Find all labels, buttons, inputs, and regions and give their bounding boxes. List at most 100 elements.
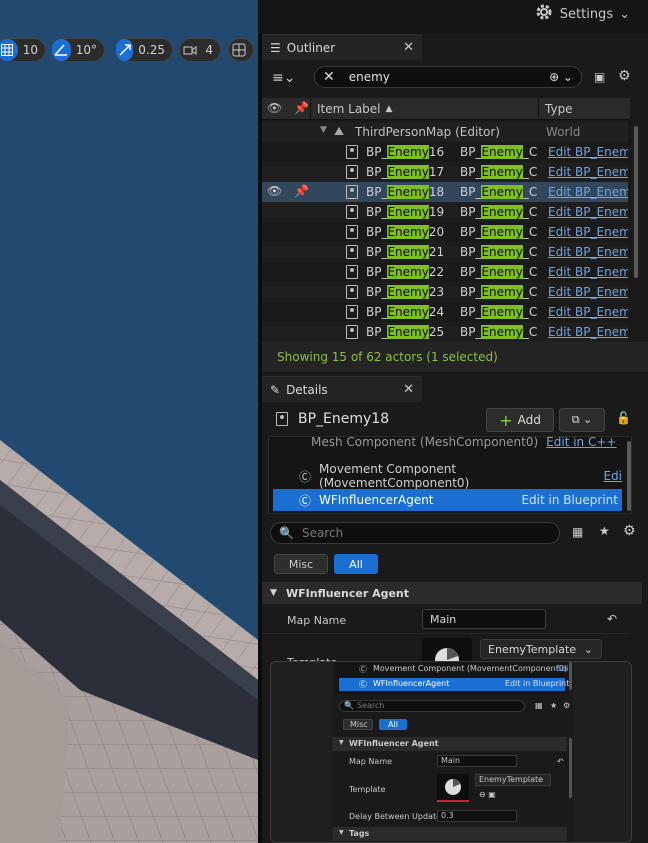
mini-component-selected-label: WFInfluencerAgent <box>373 679 450 688</box>
template-value: EnemyTemplate <box>488 642 577 656</box>
edit-blueprint-link[interactable]: Edit BP_Enemy <box>548 285 628 299</box>
mini-map-name-label: Map Name <box>349 757 393 766</box>
mini-component-selected-edit[interactable]: Edit in Blueprint <box>505 679 569 688</box>
details-settings-icon[interactable]: ⚙ <box>623 523 636 539</box>
settings-button[interactable]: Settings ⌄ <box>534 2 630 26</box>
outliner-row[interactable]: BP_Enemy17 BP_Enemy_C Edit BP_Enemy <box>262 162 628 182</box>
component-movement-edit[interactable]: Edi <box>603 469 622 483</box>
mini-gear-icon[interactable]: ⚙ <box>563 701 570 710</box>
outliner-row[interactable]: BP_Enemy25 BP_Enemy_C Edit BP_Enemy <box>262 322 628 342</box>
add-component-button[interactable]: + Add <box>486 408 554 432</box>
components-scrollbar[interactable] <box>627 441 631 511</box>
top-toolbar: Settings ⌄ <box>258 0 648 34</box>
add-filter-icon[interactable]: ⊕ ⌄ <box>549 70 573 84</box>
mini-browse-icon[interactable]: ⊖ ▣ <box>479 790 496 799</box>
mini-scrollbar[interactable] <box>569 662 572 690</box>
camera-icon <box>180 39 200 61</box>
column-type-text: Type <box>545 102 573 116</box>
edit-blueprint-link[interactable]: Edit BP_Enemy <box>548 185 628 199</box>
outliner-row-type: BP_Enemy_C <box>460 285 538 299</box>
edit-blueprint-link[interactable]: Edit BP_Enemy <box>548 245 628 259</box>
actor-icon <box>346 205 358 219</box>
camera-speed-button[interactable]: 4 <box>179 38 221 62</box>
outliner-row-type: BP_Enemy_C <box>460 145 538 159</box>
outliner-row[interactable]: BP_Enemy23 BP_Enemy_C Edit BP_Enemy <box>262 282 628 302</box>
filter-icon[interactable]: ≡⌄ <box>272 70 295 86</box>
favorite-star-icon[interactable]: ★ <box>599 524 610 538</box>
mini-component-movement-edit[interactable]: Edi <box>556 664 568 673</box>
filter-misc-button[interactable]: Misc <box>274 554 328 574</box>
outliner-status: Showing 15 of 62 actors (1 selected) <box>262 342 648 372</box>
tab-details[interactable]: ✎ Details ✕ <box>262 376 422 402</box>
outliner-row[interactable]: BP_Enemy24 BP_Enemy_C Edit BP_Enemy <box>262 302 628 322</box>
pencil-icon: ✎ <box>270 382 281 397</box>
edit-blueprint-link[interactable]: Edit BP_Enemy <box>548 325 628 339</box>
mini-collapse-arrow-icon: ▼ <box>339 829 344 836</box>
mini-template-value: EnemyTemplate <box>479 775 544 784</box>
add-folder-icon[interactable]: ▣ <box>594 70 605 84</box>
actor-icon <box>346 185 358 199</box>
reset-arrow-icon[interactable]: ↶ <box>607 612 617 626</box>
outliner-settings-icon[interactable]: ⚙ <box>618 68 631 84</box>
scale-snap-value: 0.25 <box>138 43 165 57</box>
close-icon[interactable]: ✕ <box>403 382 414 397</box>
edit-blueprint-link[interactable]: Edit BP_Enemy <box>548 305 628 319</box>
component-mesh-edit[interactable]: Edit in C++ <box>546 437 616 449</box>
outliner-row[interactable]: BP_Enemy19 BP_Enemy_C Edit BP_Enemy <box>262 202 628 222</box>
visibility-eye-icon[interactable]: 👁 <box>267 184 282 198</box>
outliner-row[interactable]: BP_Enemy20 BP_Enemy_C Edit BP_Enemy <box>262 222 628 242</box>
tab-outliner[interactable]: ☰ Outliner ✕ <box>262 34 422 60</box>
actor-name: BP_Enemy18 <box>298 411 390 427</box>
clear-search-icon[interactable]: ✕ <box>323 69 335 85</box>
column-item-label[interactable]: Item Label ▲ <box>310 98 538 120</box>
outliner-row[interactable]: BP_Enemy16 BP_Enemy_C Edit BP_Enemy <box>262 142 628 162</box>
template-dropdown[interactable]: EnemyTemplate ⌄ <box>480 639 602 659</box>
outliner-scrollbar[interactable] <box>634 126 638 278</box>
mini-table-icon[interactable]: ▦ <box>535 701 543 710</box>
level-viewport[interactable] <box>0 0 258 843</box>
edit-blueprint-link[interactable]: Edit BP_Enemy <box>548 225 628 239</box>
actor-icon <box>346 305 358 319</box>
map-name-field[interactable]: Main <box>422 609 546 629</box>
edit-blueprint-link[interactable]: Edit BP_Enemy <box>548 145 628 159</box>
pin-icon[interactable]: 📌 <box>294 184 309 198</box>
component-movement[interactable]: Ⓒ Movement Component (MovementComponent0… <box>273 462 622 490</box>
outliner-row-label: BP_Enemy16 <box>366 145 445 159</box>
tree-row-world[interactable]: ▼ ⛰ ThirdPersonMap (Editor) World <box>262 122 628 142</box>
outliner-row[interactable]: BP_Enemy21 BP_Enemy_C Edit BP_Enemy <box>262 242 628 262</box>
grid-snap-button[interactable]: 10 <box>0 38 46 62</box>
angle-icon <box>52 39 71 61</box>
outliner-row[interactable]: BP_Enemy22 BP_Enemy_C Edit BP_Enemy <box>262 262 628 282</box>
filter-all-button[interactable]: All <box>334 554 378 574</box>
details-search-input[interactable]: 🔍 Search <box>270 522 560 544</box>
edit-blueprint-link[interactable]: Edit BP_Enemy <box>548 265 628 279</box>
plus-icon: + <box>499 410 513 430</box>
scale-snap-button[interactable]: 0.25 <box>115 38 173 62</box>
mini-reset-arrow-icon[interactable]: ↶ <box>557 757 564 766</box>
component-icon: Ⓒ <box>299 469 312 484</box>
table-view-icon[interactable]: ▦ <box>572 525 583 539</box>
component-mesh[interactable]: Mesh Component (MeshComponent0) Edit in … <box>311 437 631 453</box>
rotation-snap-button[interactable]: 10° <box>51 38 105 62</box>
lock-icon[interactable]: 🔓 <box>616 411 631 425</box>
add-label: Add <box>517 413 541 427</box>
column-type[interactable]: Type <box>538 98 630 120</box>
edit-blueprint-link[interactable]: Edit BP_Enemy <box>548 165 628 179</box>
component-wfinfluencer-edit[interactable]: Edit in Blueprint <box>521 493 618 507</box>
edit-blueprint-link[interactable]: Edit BP_Enemy <box>548 205 628 219</box>
inset-preview: Ⓒ Movement Component (MovementComponent0… <box>270 661 632 843</box>
blueprint-options-button[interactable]: ⧉ ⌄ <box>559 408 605 432</box>
gear-icon <box>534 2 554 26</box>
component-wfinfluencer[interactable]: Ⓒ WFInfluencerAgent Edit in Blueprint <box>273 489 622 511</box>
close-icon[interactable]: ✕ <box>403 40 414 55</box>
visibility-column-icon[interactable]: 👁 <box>267 101 282 115</box>
outliner-search-input[interactable]: ✕ enemy ⊕ ⌄ <box>314 66 582 88</box>
viewport-layout-button[interactable] <box>228 38 254 62</box>
pin-column-icon[interactable]: 📌 <box>294 101 309 115</box>
mini-template-thumbnail[interactable] <box>437 774 469 802</box>
section-wfinfluencer-agent[interactable]: ▼ WFInfluencer Agent <box>262 582 642 604</box>
outliner-row[interactable]: 👁 📌 BP_Enemy18 BP_Enemy_C Edit BP_Enemy <box>262 182 628 202</box>
collapse-arrow-icon[interactable]: ▼ <box>320 125 327 135</box>
mini-star-icon[interactable]: ★ <box>550 701 557 710</box>
mini-properties-scrollbar[interactable] <box>569 738 572 798</box>
